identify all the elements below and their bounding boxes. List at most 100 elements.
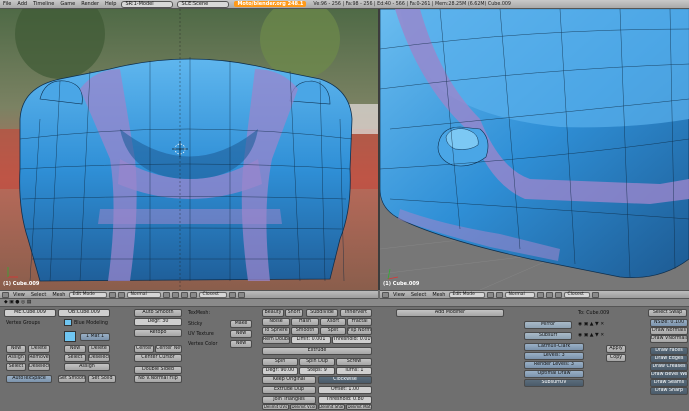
material-color-swatch[interactable] — [64, 319, 72, 326]
menu-game[interactable]: Game — [57, 1, 78, 7]
select-swap-button[interactable]: Select Swap — [648, 309, 687, 317]
viewport-perspective[interactable]: (1) Cube.009 — [380, 9, 689, 290]
subsurf-type-selector[interactable]: Catmull-Clark — [524, 343, 584, 351]
smooth-button[interactable]: Smooth — [291, 327, 319, 335]
menu-view[interactable]: View — [391, 292, 407, 298]
turns-field[interactable]: Turns: 1 — [336, 367, 372, 375]
menu-mesh[interactable]: Mesh — [430, 292, 447, 298]
draw-seams-button[interactable]: Draw Seams — [650, 379, 688, 387]
vertex-select-icon[interactable] — [172, 291, 180, 298]
hash-button[interactable]: Hash — [291, 318, 319, 326]
center-button[interactable]: Center — [134, 345, 154, 353]
draw-vnormals-button[interactable]: Draw VNormals — [650, 335, 688, 343]
center-cursor-button[interactable]: Center Cursor — [134, 354, 182, 362]
steps-field[interactable]: Steps: 9 — [299, 367, 335, 375]
object-name-field[interactable]: OB:Cube.009 — [58, 309, 110, 317]
render-icon[interactable] — [238, 291, 246, 298]
material-index-field[interactable]: 1 Mat 1 — [80, 333, 110, 341]
spin-button[interactable]: Spin — [262, 358, 298, 366]
vgroup-deselect-button[interactable]: Deselect — [28, 363, 50, 371]
screw-button[interactable]: Screw — [336, 358, 372, 366]
draw-normals-button[interactable]: Draw Normals — [650, 327, 688, 335]
edge-select-icon[interactable] — [546, 291, 554, 298]
menu-help[interactable]: Help — [102, 1, 119, 7]
vgroup-remove-button[interactable]: Remove — [28, 354, 50, 362]
modifier-copy-button[interactable]: Copy — [606, 354, 626, 362]
subsurf-visibility-icons[interactable]: ◉ ▣ ▲ ▼ ✕ — [578, 333, 604, 338]
rem-doubles-button[interactable]: Rem Doubles — [262, 336, 290, 344]
extrude-dup-button[interactable]: Extrude Dup — [262, 386, 316, 394]
delimit-uvs-button[interactable]: Delimit UVs — [262, 404, 289, 410]
delimit-vcol-button[interactable]: Delimit Vcol — [290, 404, 317, 410]
mesh-name-field[interactable]: ME:Cube.009 — [4, 309, 56, 317]
uv-texture-new-button[interactable]: New — [230, 330, 252, 338]
vgroup-delete-button[interactable]: Delete — [28, 345, 50, 353]
draw-edges-button[interactable]: Draw Edges — [650, 355, 688, 363]
sticky-make-button[interactable]: Make — [230, 320, 252, 328]
vgroup-select-button[interactable]: Select — [6, 363, 26, 371]
noise-button[interactable]: Noise — [262, 318, 290, 326]
set-solid-button[interactable]: Set Solid — [88, 375, 116, 383]
auto-smooth-degr-field[interactable]: Degr: 30 — [134, 318, 182, 326]
face-select-icon[interactable] — [555, 291, 563, 298]
draw-type-icon[interactable] — [109, 291, 117, 298]
material-delete-button[interactable]: Delete — [88, 345, 110, 353]
modifier-apply-button[interactable]: Apply — [606, 345, 626, 353]
spin-degr-field[interactable]: Degr: 90.00 — [262, 367, 298, 375]
modifier-visibility-icons[interactable]: ◉ ▣ ▲ ▼ ✕ — [578, 322, 604, 327]
editor-type-icon[interactable] — [2, 291, 9, 298]
vgroup-assign-button[interactable]: Assign — [6, 354, 26, 362]
delimit-sharp-button[interactable]: Delimit Sharp — [318, 404, 345, 410]
menu-view[interactable]: View — [11, 292, 27, 298]
material-deselect-button[interactable]: Deselect — [88, 354, 110, 362]
manipulator-icon[interactable] — [163, 291, 171, 298]
double-sided-button[interactable]: Double Sided — [134, 366, 182, 374]
fractal-button[interactable]: Fractal — [347, 318, 372, 326]
menu-mesh[interactable]: Mesh — [50, 292, 67, 298]
subdivide-button[interactable]: Subdivide — [306, 309, 338, 317]
draw-creases-button[interactable]: Draw Creases — [650, 363, 688, 371]
clockwise-button[interactable]: Clockwise — [318, 376, 372, 384]
retopo-button[interactable]: Retopo — [134, 329, 182, 337]
nsize-field[interactable]: NSize: 0.100 — [650, 319, 688, 327]
material-assign-button[interactable]: Assign — [64, 363, 110, 371]
subsurf-render-levels-field[interactable]: Render Levels: 3 — [524, 361, 584, 369]
join-triangles-button[interactable]: Join Triangles — [262, 396, 316, 404]
pivot-icon[interactable] — [118, 291, 126, 298]
split-button[interactable]: Split — [320, 327, 346, 335]
menu-add[interactable]: Add — [14, 1, 30, 7]
no-vnormal-flip-button[interactable]: No V.Normal Flip — [134, 375, 182, 383]
short-button[interactable]: Short — [285, 309, 303, 317]
beauty-button[interactable]: Beauty — [262, 309, 284, 317]
draw-faces-button[interactable]: Draw Faces — [650, 347, 688, 355]
snap-selector[interactable]: Closest — [564, 291, 591, 298]
threshold-field[interactable]: Threshold: 0.010 — [332, 336, 372, 344]
extrude-button[interactable]: Extrude — [262, 347, 372, 355]
menu-select[interactable]: Select — [409, 292, 428, 298]
offset-field[interactable]: Offset: 1.00 — [318, 386, 372, 394]
mode-selector[interactable]: Edit Mode — [449, 291, 486, 298]
menu-render[interactable]: Render — [78, 1, 102, 7]
material-select-button[interactable]: Select — [64, 354, 86, 362]
set-smooth-button[interactable]: Set Smooth — [58, 375, 86, 383]
draw-sharp-button[interactable]: Draw Sharp — [650, 387, 688, 395]
vertex-color-new-button[interactable]: New — [230, 340, 252, 348]
vgroup-new-button[interactable]: New — [6, 345, 26, 353]
scene-selector[interactable]: SCE:Scene — [177, 0, 230, 8]
flip-normals-button[interactable]: Flip Normals — [347, 327, 372, 335]
snap-selector[interactable]: Closest — [199, 291, 228, 298]
mode-selector[interactable]: Edit Mode — [69, 291, 108, 298]
subsurf-uv-button[interactable]: SubsurfUV — [524, 379, 584, 387]
pivot-icon[interactable] — [496, 291, 504, 298]
add-modifier-button[interactable]: Add Modifier — [396, 309, 504, 317]
menu-file[interactable]: File — [0, 1, 14, 7]
draw-type-icon[interactable] — [487, 291, 495, 298]
editor-type-icon[interactable] — [382, 291, 389, 298]
screen-selector[interactable]: SR:1-Model — [121, 0, 174, 8]
autotexspace-button[interactable]: AutoTexSpace — [6, 375, 52, 383]
vertex-select-icon[interactable] — [537, 291, 545, 298]
face-select-icon[interactable] — [190, 291, 198, 298]
delimit-mat-button[interactable]: Delimit Mat — [346, 404, 372, 410]
mirror-modifier-header[interactable]: Mirror — [524, 321, 572, 329]
spin-dup-button[interactable]: Spin Dup — [299, 358, 335, 366]
